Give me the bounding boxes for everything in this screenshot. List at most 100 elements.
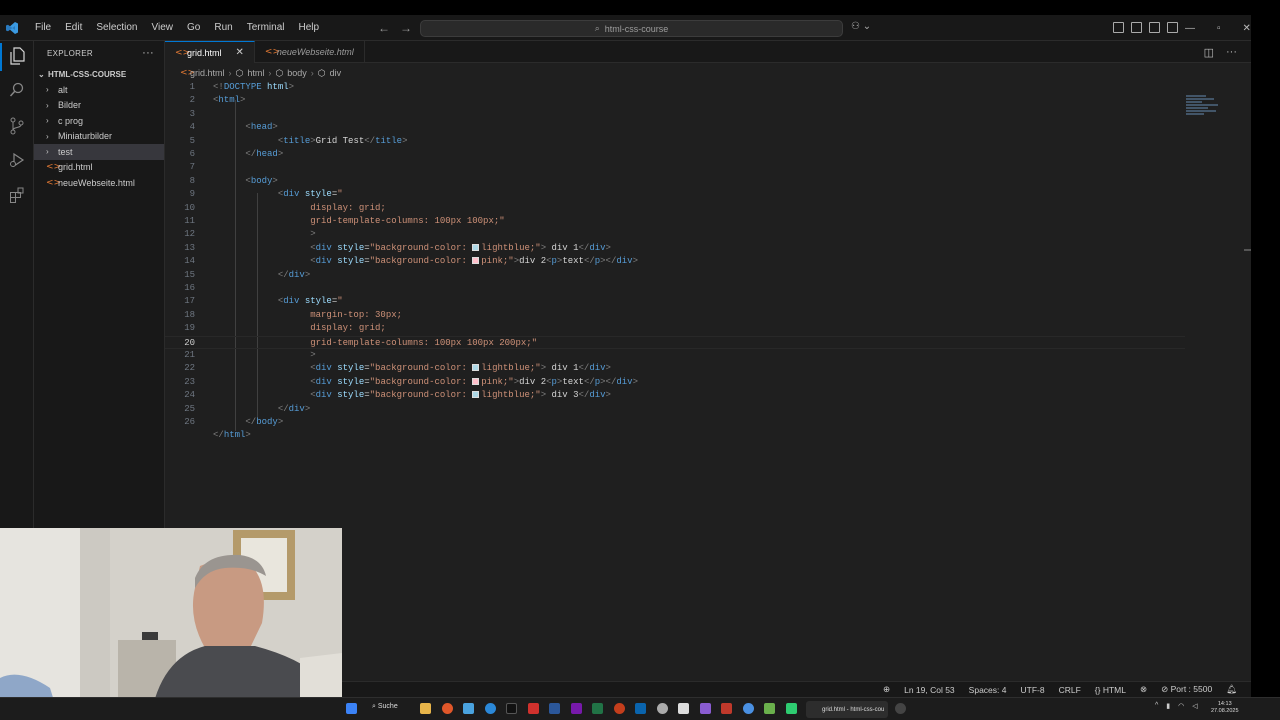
app-icon[interactable] [895,703,906,714]
project-root[interactable]: ⌄ HTML-CSS-COURSE [34,66,164,82]
html-file-icon: <> [180,68,196,78]
restore-icon[interactable]: ▫ [1217,23,1221,34]
zoom-icon[interactable]: ⊕ [883,684,890,695]
line-number: 6 [189,149,195,159]
tree-folder-c-prog[interactable]: › c prog [34,113,164,129]
more-actions-icon[interactable]: ··· [1226,46,1237,59]
command-center-label: html-css-course [604,23,669,34]
onenote-icon[interactable] [571,703,582,714]
color-swatch[interactable] [472,364,480,372]
appletv-icon[interactable] [506,703,517,714]
tab-grid-html[interactable]: <> grid.html ✕ [165,41,255,63]
app-icon[interactable] [463,703,474,714]
powerpoint-icon[interactable] [614,703,625,714]
minimap[interactable] [1186,95,1226,125]
app-icon[interactable] [657,703,668,714]
search-activity-icon[interactable] [7,82,27,102]
app-icon[interactable] [678,703,689,714]
tree-folder-bilder[interactable]: › Bilder [34,98,164,114]
visual-studio-icon[interactable] [700,703,711,714]
breadcrumb-body[interactable]: body [287,68,307,78]
tree-file-neuewebseite-html[interactable]: <> neueWebseite.html [34,175,164,191]
split-editor-icon[interactable]: ◫ [1204,46,1214,59]
edge-icon[interactable] [485,703,496,714]
code-line: <div style="background-color: lightblue;… [310,242,611,253]
braces-icon: {} [1094,684,1101,695]
chevron-right-icon: › [46,116,49,126]
toggle-secondary-sidebar-icon[interactable] [1167,22,1178,33]
tree-folder-miniaturbilder[interactable]: › Miniaturbilder [34,129,164,145]
toggle-sidebar-icon[interactable] [1131,22,1142,33]
color-swatch[interactable] [472,257,480,265]
outlook-icon[interactable] [635,703,646,714]
command-center[interactable]: ⌕ html-css-course [420,20,843,37]
tree-file-grid-html[interactable]: <> grid.html [34,160,164,176]
app-icon[interactable] [721,703,732,714]
tree-folder-test[interactable]: › test [34,144,164,160]
app-icon[interactable] [764,703,775,714]
chevron-right-icon: › [46,100,49,110]
scrollbar[interactable] [1244,249,1251,251]
menu-help[interactable]: Help [292,15,327,41]
tab-neuewebseite-html[interactable]: <> neueWebseite.html [255,41,365,63]
menu-selection[interactable]: Selection [89,15,144,41]
start-icon[interactable] [346,703,357,714]
color-swatch[interactable] [472,243,480,251]
extensions-icon[interactable] [7,187,27,207]
app-icon[interactable] [786,703,797,714]
back-arrow-icon[interactable]: ← [378,21,390,35]
live-server-port[interactable]: ⊘ Port : 5500 [1161,684,1212,695]
word-icon[interactable] [549,703,560,714]
cursor-position[interactable]: Ln 19, Col 53 [904,685,955,695]
excel-icon[interactable] [592,703,603,714]
breadcrumb-file[interactable]: grid.html [190,68,225,78]
toggle-primary-sidebar-icon[interactable] [1113,22,1124,33]
network-icon[interactable]: ◠ [1178,702,1184,710]
battery-icon[interactable]: ▮ [1166,702,1170,710]
toggle-panel-icon[interactable] [1149,22,1160,33]
explorer-icon[interactable] [0,43,27,71]
source-control-icon[interactable] [7,117,27,137]
more-actions-icon[interactable]: ··· [142,47,154,59]
breadcrumb-div[interactable]: div [330,68,342,78]
element-icon: ⬡ [235,67,244,78]
language-mode[interactable]: {} HTML [1095,685,1126,695]
copilot-icon[interactable]: ⚇ ⌄ [851,21,871,32]
menu-terminal[interactable]: Terminal [240,15,292,41]
code-line: margin-top: 30px; [310,309,403,320]
run-debug-icon[interactable] [7,152,27,172]
encoding[interactable]: UTF-8 [1020,685,1044,695]
minimize-icon[interactable]: — [1185,23,1195,34]
live-server-icon[interactable]: ⊗ [1140,684,1147,695]
forward-arrow-icon[interactable]: → [400,21,412,35]
close-window-icon[interactable]: ✕ [1243,23,1251,34]
menu-go[interactable]: Go [180,15,207,41]
tree-folder-alt[interactable]: › alt [34,82,164,98]
menu-run[interactable]: Run [207,15,239,41]
acrobat-icon[interactable] [528,703,539,714]
firefox-icon[interactable] [442,703,453,714]
taskbar-search[interactable]: ⌕ Suche [372,703,398,711]
explorer-header: EXPLORER ··· [34,41,164,65]
breadcrumb-html[interactable]: html [247,68,264,78]
line-number: 8 [189,175,195,186]
chevron-up-icon[interactable]: ^ [1155,702,1158,710]
app-icon[interactable] [743,703,754,714]
indentation[interactable]: Spaces: 4 [969,685,1007,695]
menu-view[interactable]: View [145,15,181,41]
tree-item-label: Miniaturbilder [58,131,113,142]
taskbar-vscode-window[interactable]: grid.html - html-css-cou [806,701,888,718]
line-ending[interactable]: CRLF [1059,685,1081,695]
menu-file[interactable]: File [28,15,58,41]
notifications-icon[interactable]: 🔔︎ [1226,684,1237,695]
color-swatch[interactable] [472,377,480,385]
code-line: grid-template-columns: 100px 100px;" [310,216,505,226]
close-icon[interactable]: ✕ [236,47,244,58]
volume-icon[interactable]: ◁ [1192,702,1197,710]
color-swatch[interactable] [472,391,480,399]
taskbar-clock[interactable]: 14:13 27.08.2025 [1211,701,1239,715]
menu-edit[interactable]: Edit [58,15,89,41]
windows-taskbar: ⌕ Suche grid.html - html-css-cou ^ ▮ ◠ ◁… [0,697,1280,720]
file-explorer-icon[interactable] [420,703,431,714]
line-number: 2 [189,95,195,106]
